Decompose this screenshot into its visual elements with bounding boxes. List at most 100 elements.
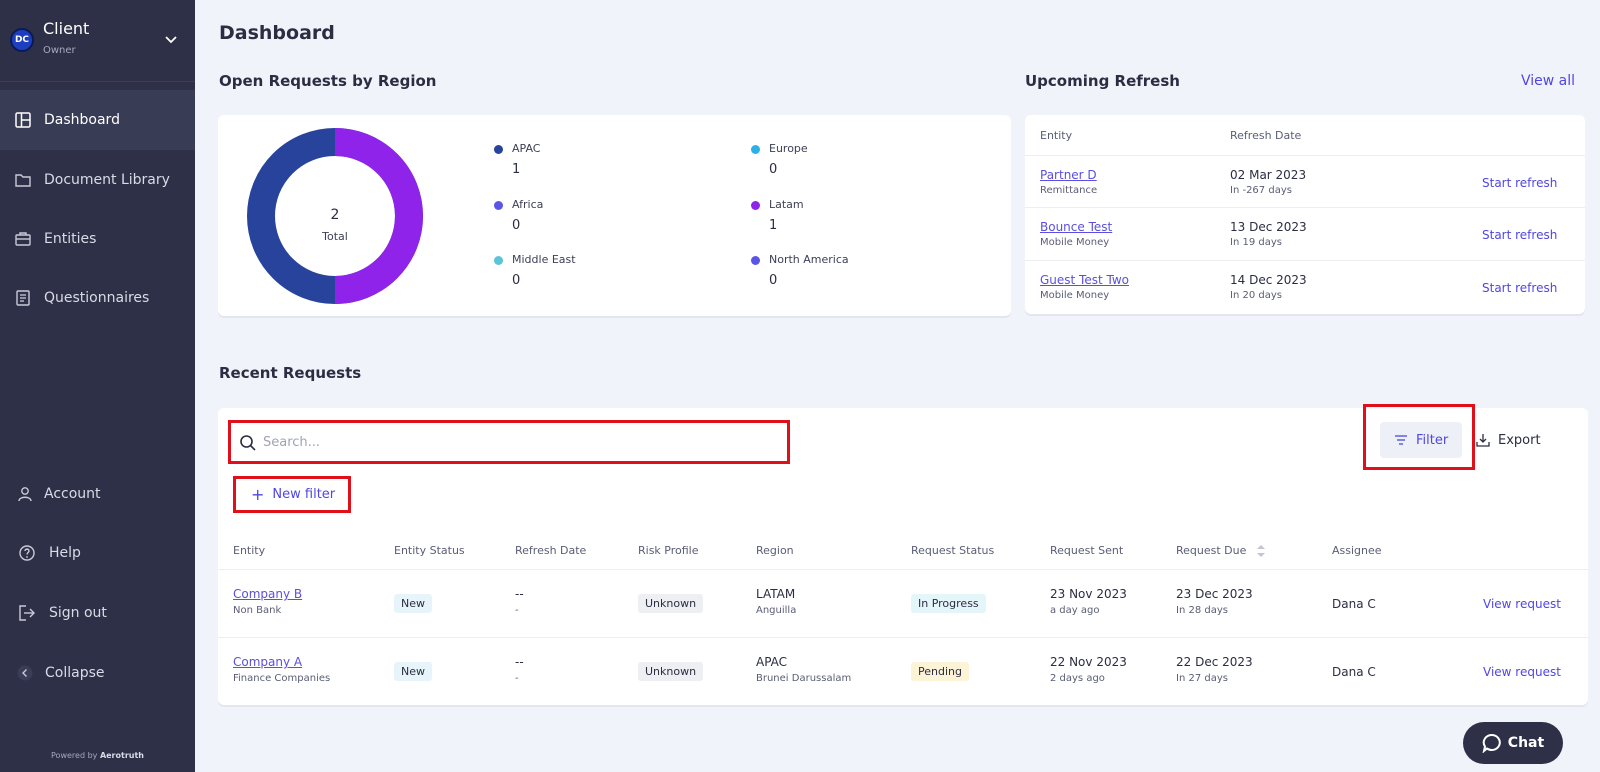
refresh-sub: - [515,673,519,684]
start-refresh-button[interactable]: Start refresh [1482,176,1557,190]
refresh-row: Guest Test Two Mobile Money 14 Dec 2023 … [1025,260,1585,312]
entity-link[interactable]: Bounce Test [1040,220,1112,234]
request-sent-ago: a day ago [1050,605,1100,616]
col-risk-profile: Risk Profile [638,544,699,557]
sidebar-item-label: Dashboard [44,112,120,128]
table-row: Company B Non Bank New -- - Unknown LATA… [218,569,1588,636]
powered-by: Powered by Aerotruth [51,751,144,760]
sidebar-item-questionnaires[interactable]: Questionnaires [0,268,195,328]
legend-value: 1 [769,218,778,233]
sidebar-item-collapse[interactable]: Collapse [0,643,195,703]
sidebar-item-dashboard[interactable]: Dashboard [0,90,195,150]
sidebar-item-entities[interactable]: Entities [0,209,195,269]
legend-value: 0 [512,273,521,288]
org-switcher[interactable]: DC Client Owner [0,0,195,82]
legend-dot [751,145,760,154]
refresh-date: 13 Dec 2023 [1230,220,1307,234]
entity-type: Remittance [1040,185,1098,196]
entity-type: Non Bank [233,605,282,616]
filter-button[interactable]: Filter [1380,422,1462,458]
request-sent: 22 Nov 2023 [1050,655,1127,669]
view-all-link[interactable]: View all [1521,73,1575,89]
legend-name: North America [769,253,849,266]
legend-dot [751,256,760,265]
legend-name: Latam [769,198,804,211]
entity-link[interactable]: Guest Test Two [1040,273,1129,287]
country: Brunei Darussalam [756,673,852,684]
entity-link[interactable]: Company A [233,655,302,669]
risk-badge: Unknown [638,594,704,613]
start-refresh-button[interactable]: Start refresh [1482,228,1557,242]
legend-dot [494,145,503,154]
refresh-date: -- [515,655,524,669]
request-status-badge: In Progress [911,594,986,613]
filter-label: Filter [1416,432,1449,448]
legend-value: 0 [512,218,521,233]
refresh-due: In -267 days [1230,185,1292,196]
sidebar-item-label: Help [49,545,81,561]
sidebar-item-label: Account [44,486,101,502]
refresh-date: -- [515,587,524,601]
sidebar-item-sign-out[interactable]: Sign out [0,583,195,643]
recent-requests-card: + New filter Filter Export Entity Entity… [218,404,1588,705]
document-icon [16,290,30,306]
legend-value: 0 [769,162,778,177]
org-role: Owner [43,45,76,56]
entity-link[interactable]: Partner D [1040,168,1097,182]
request-due-in: In 28 days [1176,605,1228,616]
help-icon [19,545,35,561]
legend-name: Africa [512,198,544,211]
org-name: Client [43,19,90,38]
assignee: Dana C [1332,597,1376,611]
col-entity: Entity [233,544,266,557]
export-button[interactable]: Export [1476,422,1541,458]
refresh-sub: - [515,605,519,616]
new-filter-label: New filter [272,487,336,502]
new-filter-button[interactable]: + New filter [233,476,351,513]
legend-name: APAC [512,142,541,155]
folder-icon [15,174,31,187]
request-due: 23 Dec 2023 [1176,587,1253,601]
chevron-left-icon [17,665,33,681]
request-sent-ago: 2 days ago [1050,673,1105,684]
view-request-button[interactable]: View request [1483,665,1561,679]
col-request-due-label: Request Due [1176,544,1247,557]
legend-dot [494,256,503,265]
refresh-row: Bounce Test Mobile Money 13 Dec 2023 In … [1025,207,1585,259]
sort-icon[interactable] [1256,544,1266,558]
sidebar-item-label: Entities [44,231,97,247]
donut-total-value: 2 [331,207,340,223]
org-logo: DC [10,28,34,52]
search-input[interactable] [263,431,763,453]
legend-value: 1 [512,162,521,177]
sidebar-item-label: Document Library [44,172,170,188]
assignee: Dana C [1332,665,1376,679]
start-refresh-button[interactable]: Start refresh [1482,281,1557,295]
entity-type: Mobile Money [1040,290,1110,301]
sidebar-item-account[interactable]: Account [0,464,195,524]
request-status-badge: Pending [911,662,969,681]
layout-icon [15,112,31,128]
col-request-sent: Request Sent [1050,544,1124,557]
chevron-down-icon[interactable] [162,30,180,48]
chat-label: Chat [1507,735,1545,751]
entity-link[interactable]: Company B [233,587,302,601]
donut-total-label: Total [321,230,348,243]
refresh-date: 02 Mar 2023 [1230,168,1307,182]
sidebar-item-document-library[interactable]: Document Library [0,150,195,210]
chat-icon [1482,733,1501,753]
chat-button[interactable]: Chat [1463,722,1563,764]
entity-type: Finance Companies [233,673,331,684]
briefcase-icon [15,232,31,246]
col-request-status: Request Status [911,544,995,557]
view-request-button[interactable]: View request [1483,597,1561,611]
refresh-due: In 19 days [1230,237,1282,248]
sidebar-item-help[interactable]: Help [0,523,195,583]
legend-dot [494,201,503,210]
page-title: Dashboard [219,22,335,44]
col-request-due[interactable]: Request Due [1176,544,1266,558]
regions-donut-chart: 2 Total [247,128,423,304]
col-assignee: Assignee [1332,544,1382,557]
sign-out-icon [19,605,35,621]
regions-card: 2 Total APAC 1 Europe 0 Africa 0 Latam 1… [218,115,1011,316]
